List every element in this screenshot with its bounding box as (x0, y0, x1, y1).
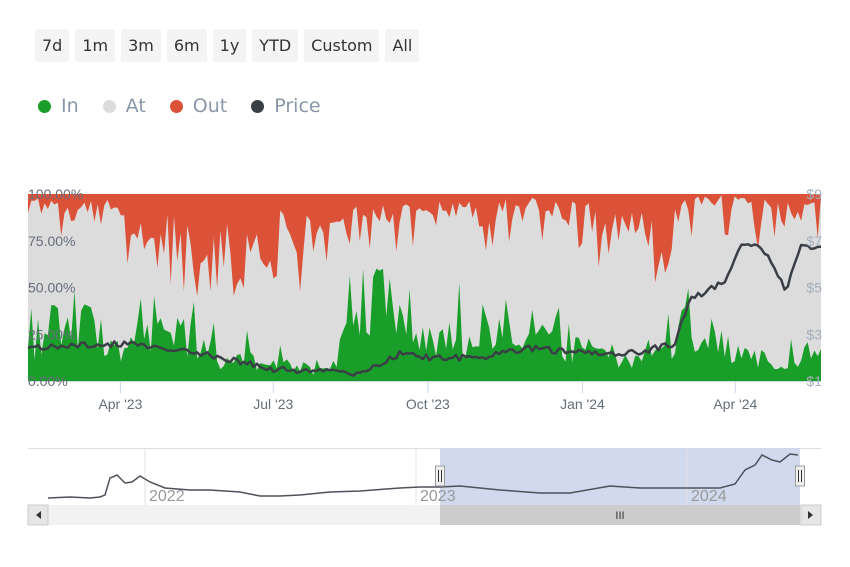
y-right-tick-label: $3 (806, 326, 822, 342)
y-left-tick-label: 75.00% (28, 233, 75, 249)
range-button-1y[interactable]: 1y (212, 29, 247, 62)
x-tick-label: Oct '23 (406, 396, 450, 412)
legend-item-in[interactable]: In (38, 95, 79, 117)
range-button-6m[interactable]: 6m (166, 29, 207, 62)
navigator-left-handle[interactable] (435, 465, 445, 487)
main-chart: 0.00% 25.00% 50.00% 75.00% 100.00% $1 $3 $5 $7 $9… (27, 186, 822, 412)
range-button-ytd[interactable]: YTD (252, 29, 299, 62)
scrollbar-right-button[interactable] (800, 504, 822, 526)
legend-label: At (125, 95, 146, 117)
legend-item-price[interactable]: Price (251, 95, 321, 117)
y-right-tick-label: $9 (806, 186, 822, 202)
y-left-tick-label: 0.00% (28, 373, 68, 389)
range-button-1m[interactable]: 1m (75, 29, 116, 62)
range-selector: 7d 1m 3m 6m 1y YTD Custom All (35, 29, 420, 62)
legend-dot-icon (251, 99, 265, 113)
range-button-custom[interactable]: Custom (304, 29, 380, 62)
y-left-tick-label: 25.00% (28, 326, 75, 342)
legend-label: Price (274, 95, 321, 117)
legend-item-out[interactable]: Out (169, 95, 228, 117)
navigator-year-label: 2024 (691, 488, 727, 505)
scrollbar-left-button[interactable] (27, 504, 49, 526)
y-right-tick-label: $1 (806, 373, 822, 389)
scrollbar-grip-icon: III (615, 510, 624, 522)
y-left-tick-label: 100.00% (28, 186, 83, 202)
y-left-tick-label: 50.00% (28, 280, 75, 296)
legend-item-at[interactable]: At (102, 95, 146, 117)
navigator-right-handle[interactable] (795, 465, 805, 487)
x-tick-label: Jan '24 (560, 396, 605, 412)
navigator-year-label: 2022 (149, 488, 185, 505)
legend-label: Out (192, 95, 228, 117)
legend-label: In (61, 95, 79, 117)
x-tick-label: Apr '24 (713, 396, 757, 412)
range-button-7d[interactable]: 7d (35, 29, 70, 62)
x-tick-label: Jul '23 (253, 396, 293, 412)
legend-dot-icon (102, 99, 116, 113)
y-right-tick-label: $7 (806, 233, 822, 249)
legend: In At Out Price (38, 95, 321, 117)
navigator-year-label: 2023 (420, 488, 456, 505)
legend-dot-icon (38, 99, 51, 113)
range-button-all[interactable]: All (385, 29, 420, 62)
navigator-selection-mask[interactable] (440, 448, 800, 505)
y-right-tick-label: $5 (806, 280, 822, 296)
legend-dot-icon (169, 99, 183, 113)
range-button-3m[interactable]: 3m (121, 29, 161, 62)
navigator: 2022 2023 2024 III (27, 448, 822, 526)
x-tick-label: Apr '23 (98, 396, 142, 412)
